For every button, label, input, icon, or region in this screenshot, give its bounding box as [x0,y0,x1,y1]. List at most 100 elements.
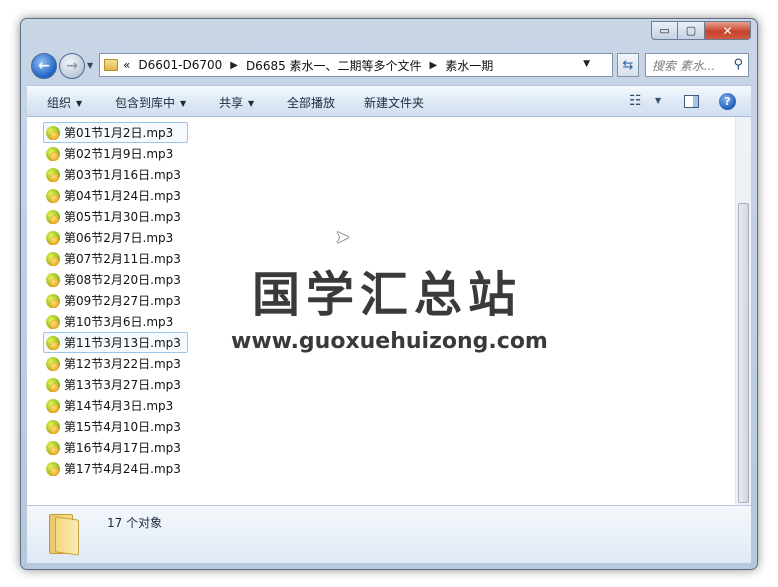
file-item[interactable]: 第11节3月13日.mp3 [43,332,188,353]
file-item[interactable]: 第15节4月10日.mp3 [43,416,188,437]
file-name: 第05节1月30日.mp3 [64,210,181,224]
file-item[interactable]: 第05节1月30日.mp3 [43,206,188,227]
mp3-audio-icon [46,293,60,309]
chevron-down-icon: ▼ [76,99,83,108]
details-pane: 17 个对象 [27,505,751,563]
mouse-pointer-icon: ➤ [335,227,351,248]
file-name: 第15节4月10日.mp3 [64,420,181,434]
file-name: 第12节3月22日.mp3 [64,357,181,371]
caption-buttons: ▭ ▢ ✕ [651,21,751,40]
play-all-button[interactable]: 全部播放 [287,94,335,111]
mp3-audio-icon [46,272,60,288]
file-name: 第17节4月24日.mp3 [64,462,181,476]
organize-label: 组织 [47,96,72,110]
file-item[interactable]: 第01节1月2日.mp3 [43,122,188,143]
chevron-down-icon: ▼ [248,99,255,108]
help-icon[interactable]: ? [719,93,736,110]
folder-icon [104,59,118,71]
mp3-audio-icon [46,314,60,330]
file-name: 第03节1月16日.mp3 [64,168,181,182]
mp3-audio-icon [46,419,60,435]
file-item[interactable]: 第10节3月6日.mp3 [43,311,188,332]
mp3-audio-icon [46,335,60,351]
file-name: 第16节4月17日.mp3 [64,441,181,455]
file-item[interactable]: 第03节1月16日.mp3 [43,164,188,185]
address-bar[interactable]: « D6601-D6700 ▶ D6685 素水一、二期等多个文件 ▶ 素水一期… [99,53,613,77]
mp3-audio-icon [46,461,60,477]
file-item[interactable]: 第04节1月24日.mp3 [43,185,188,206]
explorer-window: ▭ ▢ ✕ ← → ▼ « D6601-D6700 ▶ D6685 素水一、二期… [20,18,758,570]
vertical-scrollbar[interactable] [735,117,751,505]
play-all-label: 全部播放 [287,96,336,110]
file-name: 第04节1月24日.mp3 [64,189,181,203]
search-icon[interactable]: ⚲ [733,57,743,72]
breadcrumb-overflow[interactable]: « [123,58,130,72]
include-in-library-menu[interactable]: 包含到库中 ▼ [115,94,186,111]
file-item[interactable]: 第06节2月7日.mp3 [43,227,188,248]
file-item[interactable]: 第09节2月27日.mp3 [43,290,188,311]
recent-pages-dropdown[interactable]: ▼ [87,61,93,70]
file-name: 第02节1月9日.mp3 [64,147,174,161]
view-dropdown-icon[interactable]: ▼ [655,96,661,105]
scrollbar-thumb[interactable] [738,203,749,503]
folder-icon [49,514,81,556]
chevron-down-icon: ▼ [180,99,187,108]
organize-menu[interactable]: 组织 ▼ [47,94,82,111]
file-name: 第07节2月11日.mp3 [64,252,181,266]
file-name: 第11节3月13日.mp3 [64,336,181,350]
navigation-row: ← → ▼ « D6601-D6700 ▶ D6685 素水一、二期等多个文件 … [29,51,749,81]
breadcrumb-separator-icon[interactable]: ▶ [230,60,238,71]
mp3-audio-icon [46,167,60,183]
file-item[interactable]: 第14节4月3日.mp3 [43,395,188,416]
change-view-icon[interactable]: ☷ [629,93,642,109]
file-name: 第08节2月20日.mp3 [64,273,181,287]
refresh-icon: ⇆ [622,57,634,73]
file-name: 第06节2月7日.mp3 [64,231,174,245]
breadcrumb-d6685[interactable]: D6685 素水一、二期等多个文件 [246,57,422,74]
address-dropdown-icon[interactable]: ▼ [583,59,590,69]
file-item[interactable]: 第02节1月9日.mp3 [43,143,188,164]
mp3-audio-icon [46,209,60,225]
share-menu[interactable]: 共享 ▼ [219,94,254,111]
new-folder-label: 新建文件夹 [364,96,425,110]
file-name: 第01节1月2日.mp3 [64,126,174,140]
watermark-title: 国学汇总站 [252,267,523,323]
refresh-button[interactable]: ⇆ [617,53,639,77]
file-item[interactable]: 第16节4月17日.mp3 [43,437,188,458]
file-list-area[interactable]: 第01节1月2日.mp3 第02节1月9日.mp3 第03节1月16日.mp3 第04… [27,117,735,505]
file-name: 第09节2月27日.mp3 [64,294,181,308]
back-button[interactable]: ← [31,53,57,79]
file-item[interactable]: 第13节3月27日.mp3 [43,374,188,395]
minimize-button[interactable]: ▭ [651,21,678,40]
mp3-audio-icon [46,356,60,372]
file-list: 第01节1月2日.mp3 第02节1月9日.mp3 第03节1月16日.mp3 第04… [43,122,188,479]
search-input[interactable]: 搜索 素水... ⚲ [645,53,749,77]
mp3-audio-icon [46,188,60,204]
file-name: 第10节3月6日.mp3 [64,315,174,329]
file-item[interactable]: 第12节3月22日.mp3 [43,353,188,374]
close-button[interactable]: ✕ [705,21,751,40]
file-name: 第13节3月27日.mp3 [64,378,181,392]
breadcrumb-current-folder[interactable]: 素水一期 [445,57,493,74]
file-item[interactable]: 第08节2月20日.mp3 [43,269,188,290]
mp3-audio-icon [46,146,60,162]
command-bar: 组织 ▼ 包含到库中 ▼ 共享 ▼ 全部播放 新建文件夹 ☷ ▼ ? [27,85,751,117]
back-arrow-icon: ← [38,58,50,74]
item-count: 17 个对象 [107,516,163,530]
maximize-button[interactable]: ▢ [678,21,705,40]
forward-button[interactable]: → [59,53,85,79]
include-in-library-label: 包含到库中 [115,96,176,110]
file-item[interactable]: 第17节4月24日.mp3 [43,458,188,479]
new-folder-button[interactable]: 新建文件夹 [364,94,424,111]
mp3-audio-icon [46,440,60,456]
mp3-audio-icon [46,251,60,267]
mp3-audio-icon [46,125,60,141]
file-item[interactable]: 第07节2月11日.mp3 [43,248,188,269]
search-placeholder: 搜索 素水... [652,58,716,73]
breadcrumb-d6601-d6700[interactable]: D6601-D6700 [138,58,222,72]
preview-pane-icon[interactable] [684,95,699,108]
breadcrumb-separator-icon[interactable]: ▶ [430,60,438,71]
watermark-url: www.guoxuehuizong.com [231,329,548,354]
share-label: 共享 [219,96,244,110]
mp3-audio-icon [46,377,60,393]
